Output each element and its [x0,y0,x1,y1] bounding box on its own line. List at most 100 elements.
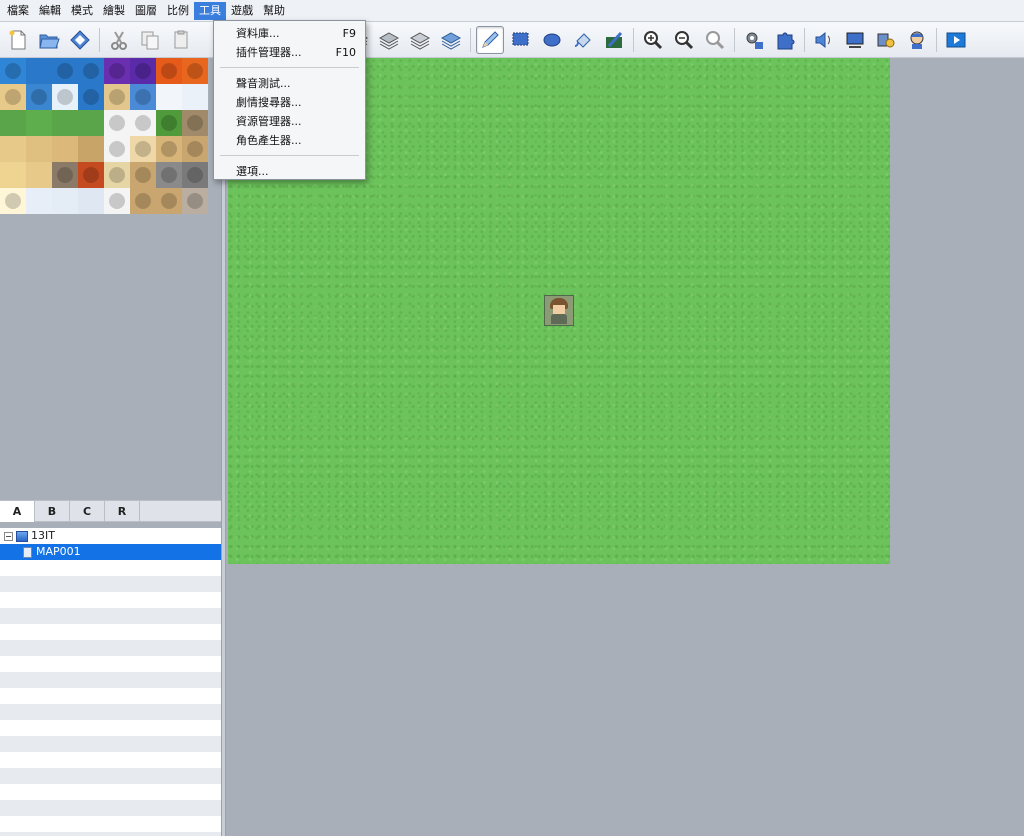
collapse-icon[interactable] [4,531,13,541]
layer-5-button[interactable] [406,26,434,54]
playtest-button[interactable] [942,26,970,54]
menu-layer[interactable]: 圖層 [130,2,162,20]
palette-tile[interactable] [78,188,104,214]
sound-test-button[interactable] [810,26,838,54]
palette-tile[interactable] [104,84,130,110]
menu-item-plugin-manager[interactable]: 插件管理器... F10 [214,43,365,62]
menu-item-character-generator[interactable]: 角色產生器... [214,131,365,150]
palette-tile[interactable] [0,136,26,162]
palette-tile[interactable] [104,136,130,162]
palette-tile[interactable] [104,110,130,136]
palette-tile[interactable] [182,188,208,214]
copy-icon [141,31,159,49]
palette-tile[interactable] [130,162,156,188]
palette-tile[interactable] [0,162,26,188]
palette-tile[interactable] [26,188,52,214]
palette-tile[interactable] [0,84,26,110]
menu-mode[interactable]: 模式 [66,2,98,20]
save-project-button[interactable] [66,26,94,54]
palette-tile[interactable] [182,58,208,84]
palette-tile[interactable] [156,162,182,188]
palette-tile[interactable] [182,136,208,162]
palette-tile[interactable] [130,110,156,136]
tree-map-row[interactable]: MAP001 [0,544,221,560]
zoom-out-button[interactable] [670,26,698,54]
palette-tile[interactable] [78,136,104,162]
palette-tile[interactable] [130,188,156,214]
tile-palette[interactable] [0,58,208,214]
palette-tile[interactable] [104,188,130,214]
resource-manager-button[interactable] [872,26,900,54]
palette-tile[interactable] [52,84,78,110]
plugin-manager-button[interactable] [771,26,799,54]
paste-button[interactable] [167,26,195,54]
palette-tile[interactable] [0,110,26,136]
shadow-pen-button[interactable] [600,26,628,54]
zoom-actual-button[interactable] [701,26,729,54]
palette-tile[interactable] [78,58,104,84]
menu-item-sound-test[interactable]: 聲音測試... [214,74,365,93]
menu-help[interactable]: 幫助 [258,2,290,20]
palette-tile[interactable] [182,162,208,188]
open-project-button[interactable] [35,26,63,54]
palette-tile[interactable] [156,58,182,84]
zoom-in-button[interactable] [639,26,667,54]
event-searcher-button[interactable] [841,26,869,54]
palette-tile[interactable] [0,188,26,214]
palette-tile[interactable] [156,188,182,214]
tile-graphic [135,193,151,209]
layer-4-button[interactable] [375,26,403,54]
palette-tile[interactable] [26,58,52,84]
menu-scale[interactable]: 比例 [162,2,194,20]
menu-item-database[interactable]: 資料庫... F9 [214,24,365,43]
palette-tile[interactable] [182,84,208,110]
pencil-tool-button[interactable] [476,25,504,54]
palette-tile[interactable] [78,162,104,188]
menu-draw[interactable]: 繪製 [98,2,130,20]
menu-edit[interactable]: 編輯 [34,2,66,20]
palette-tile[interactable] [52,110,78,136]
palette-tile[interactable] [52,136,78,162]
cut-button[interactable] [105,26,133,54]
tab-a[interactable]: A [0,501,35,522]
palette-tile[interactable] [26,110,52,136]
tab-r[interactable]: R [105,501,140,522]
menu-item-options[interactable]: 選項... [214,162,365,181]
palette-tile[interactable] [0,58,26,84]
palette-tile[interactable] [26,84,52,110]
shortcut-label: F10 [335,46,356,59]
database-button[interactable] [740,26,768,54]
ellipse-tool-button[interactable] [538,26,566,54]
menu-item-resource-manager[interactable]: 資源管理器... [214,112,365,131]
rectangle-tool-button[interactable] [507,26,535,54]
palette-tile[interactable] [52,162,78,188]
menu-file[interactable]: 檔案 [2,2,34,20]
layer-all-button[interactable] [437,26,465,54]
palette-tile[interactable] [104,58,130,84]
palette-tile[interactable] [52,188,78,214]
new-project-button[interactable] [4,26,32,54]
fill-tool-button[interactable] [569,26,597,54]
menu-item-event-searcher[interactable]: 劇情搜尋器... [214,93,365,112]
palette-tile[interactable] [26,162,52,188]
tab-c[interactable]: C [70,501,105,522]
menu-tools[interactable]: 工具 [194,1,226,20]
palette-tile[interactable] [52,58,78,84]
palette-tile[interactable] [130,84,156,110]
palette-tile[interactable] [130,58,156,84]
palette-tile[interactable] [130,136,156,162]
copy-button[interactable] [136,26,164,54]
tree-project-row[interactable]: 13IT [0,528,221,544]
character-generator-button[interactable] [903,26,931,54]
palette-tile[interactable] [156,110,182,136]
palette-tile[interactable] [156,136,182,162]
palette-tile[interactable] [26,136,52,162]
palette-tile[interactable] [182,110,208,136]
palette-tile[interactable] [78,84,104,110]
player-start-event[interactable] [544,295,574,326]
palette-tile[interactable] [104,162,130,188]
palette-tile[interactable] [78,110,104,136]
menu-game[interactable]: 遊戲 [226,2,258,20]
tab-b[interactable]: B [35,501,70,522]
palette-tile[interactable] [156,84,182,110]
